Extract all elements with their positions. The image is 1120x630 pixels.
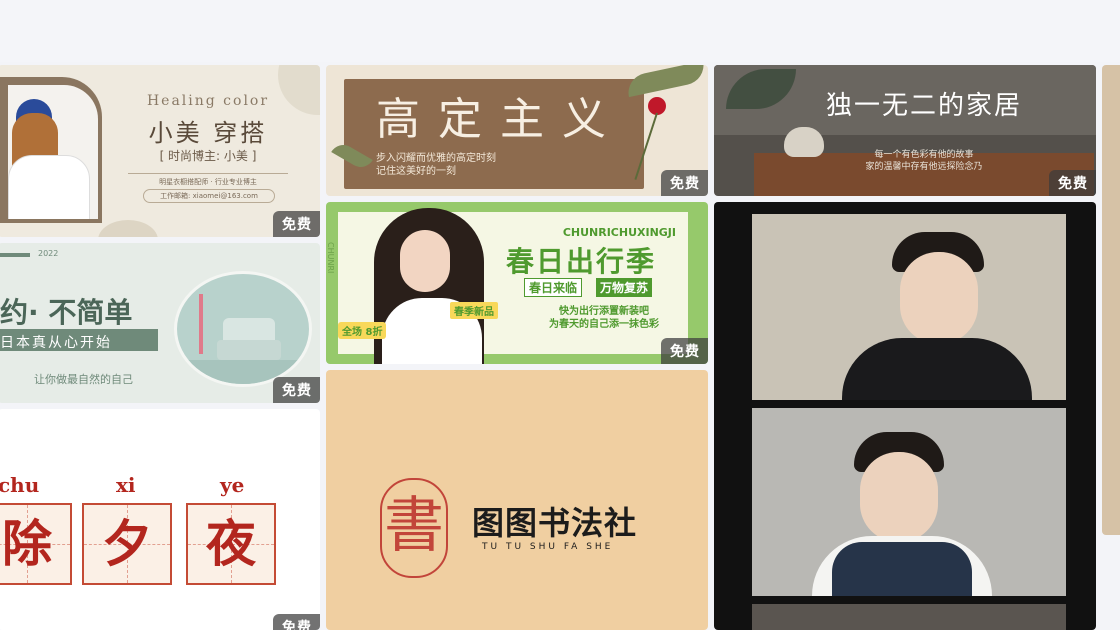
free-badge: 免费 <box>273 614 320 630</box>
free-badge: 免费 <box>273 377 320 403</box>
brand-pinyin: TU TU SHU FA SHE <box>482 542 614 552</box>
card-title: 小美 穿搭 <box>148 119 268 147</box>
blogger-label: [ 时尚博主: 小美 ] <box>159 149 257 163</box>
template-card-healing-color[interactable]: Healing color 小美 穿搭 [ 时尚博主: 小美 ] 明星衣橱搭配师… <box>0 65 320 237</box>
desc-line-2: 记住这美好的一刻 <box>376 166 456 177</box>
desc-line-2: 为春天的自己添一抹色彩 <box>549 319 659 330</box>
free-badge: 免费 <box>661 338 708 364</box>
decor-circle <box>278 65 320 115</box>
portrait-photo-3 <box>752 604 1066 630</box>
portrait-photo-1 <box>752 214 1066 400</box>
person-face <box>400 230 450 292</box>
accent-bar <box>0 253 30 257</box>
tag-label: 万物复苏 <box>596 278 653 297</box>
template-card-portrait[interactable] <box>714 202 1096 630</box>
pinyin-ye: ye <box>220 473 245 497</box>
template-card-home-decor[interactable]: 独一无二的家居 每一个有色彩有他的故事 家的温馨中存有他远探险念乃 免费 <box>714 65 1096 196</box>
side-text: CHUNRI <box>326 242 335 274</box>
free-badge: 免费 <box>661 170 708 196</box>
decor-circle <box>98 220 158 237</box>
desc-line-2: 家的温馨中存有他远探险念乃 <box>865 162 983 172</box>
free-badge: 免费 <box>1049 170 1096 196</box>
new-badge: 春季新品 <box>450 302 498 319</box>
char-ye: 夜 <box>206 514 256 573</box>
char-grid: 夕 <box>82 503 172 585</box>
leaf-decor <box>624 65 708 98</box>
char-grid: 夜 <box>186 503 276 585</box>
subtitle: 日本真从心开始 <box>0 335 112 351</box>
room-photo <box>174 271 312 387</box>
top-bar <box>0 0 1120 62</box>
card-title: 约· 不简单 <box>0 296 133 329</box>
template-card-calligraphy[interactable]: 書 图图书法社 TU TU SHU FA SHE <box>326 370 708 630</box>
template-card-spring-travel[interactable]: CHUNRI CHUNRICHUXINGJI 春日出行季 春日来临 万物复苏 春… <box>326 202 708 364</box>
footer-text: 让你做最自然的自己 <box>34 373 133 386</box>
card-title: 高定主义 <box>376 94 624 145</box>
desc-line: 明星衣橱搭配师 · 行业专业博主 <box>128 173 288 187</box>
brand-name: 图图书法社 <box>472 504 638 542</box>
template-card-partial[interactable] <box>1102 65 1120 535</box>
char-grid: 除 <box>0 503 72 585</box>
free-badge: 免费 <box>273 211 320 237</box>
pinyin-chu: chu <box>0 473 40 497</box>
char-chu: 除 <box>2 514 52 573</box>
template-card-chuxi[interactable]: chu xi ye 除 夕 夜 免费 <box>0 409 320 630</box>
photo-frame <box>0 77 102 223</box>
year-label: 2022 <box>38 249 59 258</box>
tag-label: 春日来临 <box>524 278 583 297</box>
template-card-jianyue[interactable]: 2022 约· 不简单 日本真从心开始 让你做最自然的自己 免费 <box>0 243 320 403</box>
card-title: 春日出行季 <box>505 245 656 278</box>
portrait-photo-2 <box>752 408 1066 596</box>
discount-badge: 全场 8折 <box>338 322 387 339</box>
pinyin-xi: xi <box>116 473 136 497</box>
card-title: 独一无二的家居 <box>825 91 1022 121</box>
english-subtitle: Healing color <box>146 93 270 109</box>
email-line: 工作邮箱: xiaomei@163.com <box>143 189 275 203</box>
char-xi: 夕 <box>102 514 152 573</box>
seal-character: 書 <box>384 491 444 561</box>
template-card-gaoding[interactable]: 高定主义 步入闪耀而优雅的高定时刻 记住这美好的一刻 免费 <box>326 65 708 196</box>
pinyin-label: CHUNRICHUXINGJI <box>562 226 676 239</box>
